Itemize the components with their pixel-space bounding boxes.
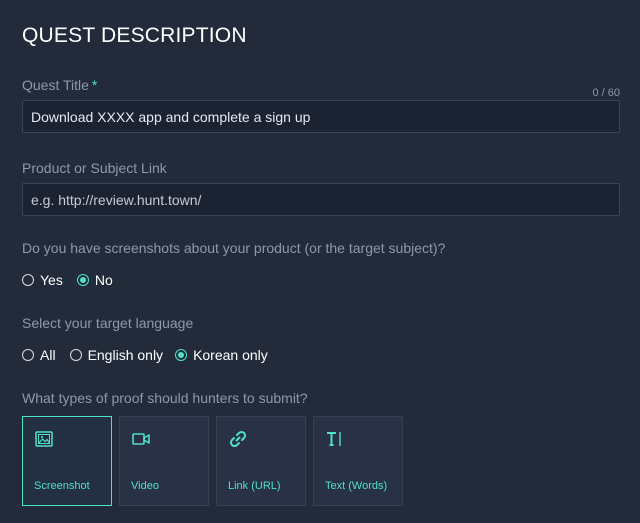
quest-title-label: Quest Title *: [22, 77, 97, 93]
radio-label: No: [94, 272, 113, 288]
page-title: QUEST DESCRIPTION: [22, 24, 247, 47]
radio-label: English only: [87, 347, 164, 363]
radio-english-only[interactable]: English only: [69, 347, 164, 363]
proof-option-screenshot[interactable]: Screenshot: [22, 416, 112, 506]
image-icon: [34, 429, 54, 449]
radio-circle[interactable]: [76, 274, 89, 286]
radio-circle[interactable]: [69, 349, 82, 361]
product-link-input[interactable]: [22, 183, 620, 216]
proof-option-link[interactable]: Link (URL): [216, 416, 306, 506]
proof-option-video[interactable]: Video: [119, 416, 209, 506]
product-link-label: Product or Subject Link: [22, 160, 167, 176]
radio-label: Korean only: [193, 347, 268, 363]
proof-types-label: What types of proof should hunters to su…: [22, 390, 308, 406]
video-icon: [131, 429, 151, 449]
proof-label: Screenshot: [34, 480, 90, 492]
title-char-counter: 0 / 60: [592, 87, 620, 99]
proof-type-options: Screenshot Video Link (URL) Text (Words): [22, 416, 410, 506]
screenshots-radio-group: Yes No: [22, 270, 123, 290]
proof-label: Video: [131, 480, 159, 492]
proof-label: Text (Words): [325, 480, 388, 492]
radio-label: All: [40, 347, 56, 363]
radio-all[interactable]: All: [22, 347, 56, 363]
language-radio-group: All English only Korean only: [22, 345, 278, 365]
radio-yes[interactable]: Yes: [22, 272, 63, 288]
quest-title-label-text: Quest Title: [22, 77, 89, 93]
text-icon: [325, 429, 345, 449]
proof-label: Link (URL): [228, 480, 281, 492]
radio-no[interactable]: No: [76, 272, 113, 288]
link-icon: [228, 429, 248, 449]
quest-title-input[interactable]: [22, 100, 620, 133]
proof-option-text[interactable]: Text (Words): [313, 416, 403, 506]
radio-circle[interactable]: [175, 349, 188, 361]
target-language-label: Select your target language: [22, 315, 194, 331]
screenshots-question-label: Do you have screenshots about your produ…: [22, 240, 446, 256]
radio-korean-only[interactable]: Korean only: [175, 347, 268, 363]
required-mark: *: [91, 77, 98, 93]
radio-circle[interactable]: [22, 349, 34, 361]
radio-label: Yes: [40, 272, 63, 288]
radio-circle[interactable]: [22, 274, 34, 286]
